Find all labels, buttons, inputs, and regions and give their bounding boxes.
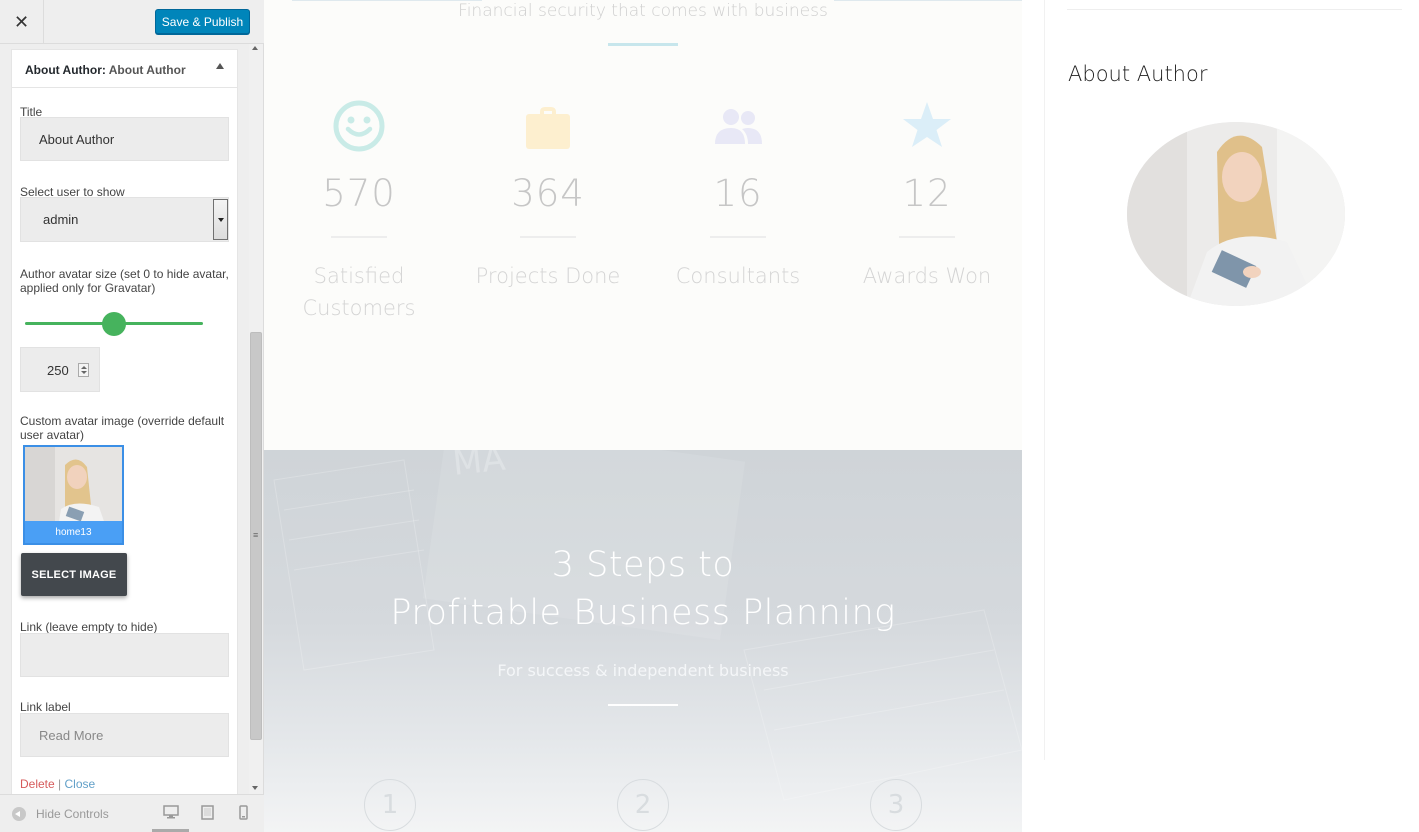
avatar-image-caption: home13 <box>25 521 122 543</box>
custom-avatar-label: Custom avatar image (override default us… <box>20 414 225 442</box>
about-author-heading: About Author <box>1068 62 1208 86</box>
avatar-size-value: 250 <box>47 363 69 378</box>
users-icon <box>715 109 762 144</box>
collapse-left-icon <box>12 807 26 821</box>
svg-text:MA: MA <box>451 450 507 484</box>
scroll-down-arrow-icon[interactable] <box>252 786 258 790</box>
preview-sidebar: About Author <box>1044 0 1419 760</box>
customizer-panel: About Author: About Author Title About A… <box>0 44 250 794</box>
briefcase-icon <box>526 107 570 149</box>
main-content: Financial security that comes with busin… <box>264 0 1022 832</box>
user-select-value: admin <box>43 212 79 227</box>
customizer-header: ✕ Save & Publish <box>0 0 264 44</box>
stat-label: Awards Won <box>862 264 992 288</box>
sidebar-scrollbar[interactable]: ≡ <box>249 44 263 794</box>
user-select[interactable]: admin <box>20 197 229 242</box>
hero-subtitle: For success & independent business <box>497 661 789 680</box>
section-tagline: Financial security that comes with busin… <box>458 1 828 21</box>
widget-title-name: About Author <box>108 63 186 77</box>
save-publish-button[interactable]: Save & Publish <box>155 9 250 34</box>
stat-label: Consultants <box>675 264 801 288</box>
author-avatar-image <box>1127 122 1345 306</box>
stat-divider <box>520 236 576 238</box>
hero-divider <box>608 704 678 706</box>
dropdown-arrow-icon[interactable] <box>213 199 228 240</box>
stat-label: Projects Done <box>475 264 621 288</box>
tablet-preview-icon[interactable] <box>201 805 214 820</box>
hero-title-line2: Profitable Business Planning <box>390 593 896 633</box>
steps-hero-section: MA 3 Steps to Profitable Business Planni… <box>264 450 1022 832</box>
stat-divider <box>331 236 387 238</box>
star-icon <box>903 102 951 147</box>
step-circle-2: 2 <box>617 779 669 831</box>
close-link[interactable]: Close <box>65 777 96 791</box>
desktop-preview-icon[interactable] <box>163 805 179 819</box>
site-preview: Financial security that comes with busin… <box>264 0 1419 832</box>
stat-value: 570 <box>322 172 396 215</box>
step-circle-3: 3 <box>870 779 922 831</box>
stat-value: 16 <box>713 172 763 215</box>
close-customizer-button[interactable]: ✕ <box>0 0 44 44</box>
stat-value: 364 <box>511 172 585 215</box>
widget-title: About Author: About Author <box>25 63 186 77</box>
avatar-size-label: Author avatar size (set 0 to hide avatar… <box>20 267 229 295</box>
title-input[interactable]: About Author <box>20 117 229 161</box>
stats-section: Financial security that comes with busin… <box>264 0 1022 450</box>
avatar-image-thumbnail[interactable]: home13 <box>23 445 124 545</box>
hide-controls-button[interactable]: Hide Controls <box>12 807 109 821</box>
step-circle-1: 1 <box>364 779 416 831</box>
stat-divider <box>899 236 955 238</box>
avatar-size-slider-handle[interactable] <box>102 312 126 336</box>
about-author-widget: About Author: About Author Title About A… <box>11 49 238 794</box>
link-input[interactable] <box>20 633 229 677</box>
widget-header[interactable]: About Author: About Author <box>12 50 237 88</box>
widget-actions: Delete | Close <box>20 777 95 791</box>
stat-label: Satisfied Customers <box>302 264 416 320</box>
author-avatar <box>1127 122 1345 306</box>
action-separator: | <box>58 777 62 791</box>
close-icon: ✕ <box>13 11 30 32</box>
avatar-size-input[interactable]: 250 <box>20 347 100 392</box>
mobile-preview-icon[interactable] <box>239 805 248 820</box>
grip-icon: ≡ <box>253 530 259 540</box>
select-image-button[interactable]: SELECT IMAGE <box>21 553 127 596</box>
customizer-footer: Hide Controls <box>0 794 264 832</box>
hero-title-line1: 3 Steps to <box>551 545 735 585</box>
number-spinner[interactable] <box>78 363 89 377</box>
collapse-arrow-icon[interactable] <box>216 63 224 69</box>
scroll-up-arrow-icon[interactable] <box>252 46 258 50</box>
hide-controls-label: Hide Controls <box>36 807 109 821</box>
customizer-sidebar: ✕ Save & Publish About Author: About Aut… <box>0 0 264 832</box>
delete-link[interactable]: Delete <box>20 777 55 791</box>
hero-background-image: MA <box>273 450 1022 801</box>
tagline-underline <box>608 43 678 46</box>
link-text-input[interactable]: Read More <box>20 713 229 757</box>
stat-value: 12 <box>902 172 952 215</box>
smiley-icon <box>333 100 385 152</box>
scrollbar-thumb[interactable]: ≡ <box>250 332 262 740</box>
hero-title: 3 Steps to Profitable Business Planning <box>264 541 1022 637</box>
link-label: Link (leave empty to hide) <box>20 620 158 634</box>
divider <box>1067 9 1402 10</box>
stat-divider <box>710 236 766 238</box>
link-text-label: Link label <box>20 700 71 714</box>
widget-title-prefix: About Author: <box>25 63 106 77</box>
